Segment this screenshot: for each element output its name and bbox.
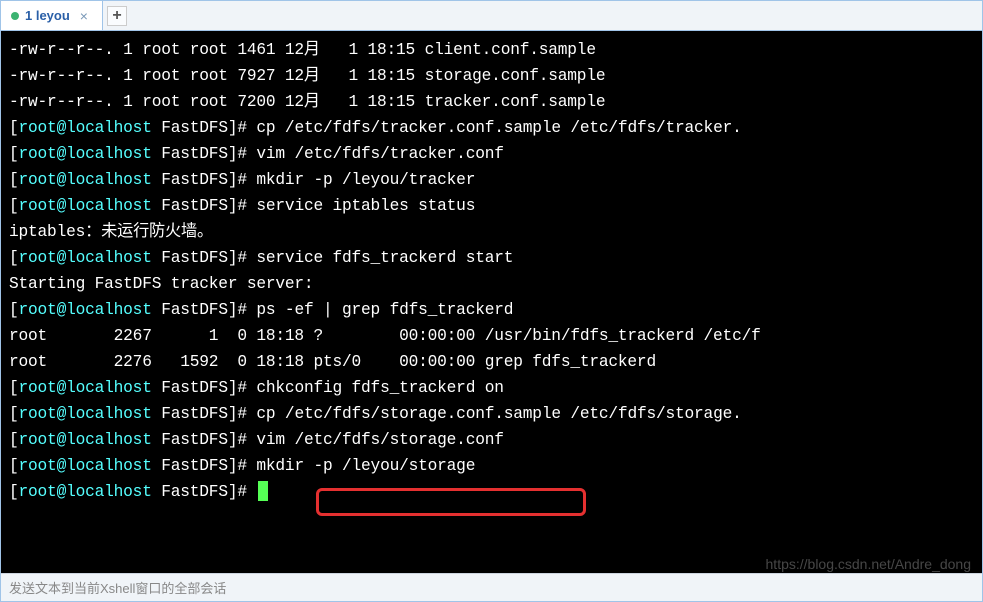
prompt-user-host: root@localhost bbox=[19, 171, 152, 189]
output-line: root 2276 1592 0 18:18 pts/0 00:00:00 gr… bbox=[9, 353, 656, 371]
prompt-dir: FastDFS bbox=[161, 301, 228, 319]
ls-line: -rw-r--r--. 1 root root 7927 12月 1 18:15… bbox=[9, 67, 605, 85]
prompt-user-host: root@localhost bbox=[19, 379, 152, 397]
output-line: iptables：未运行防火墙。 bbox=[9, 223, 213, 241]
prompt-dir: FastDFS bbox=[161, 249, 228, 267]
command: service iptables status bbox=[256, 197, 475, 215]
prompt-dir: FastDFS bbox=[161, 379, 228, 397]
command: cp /etc/fdfs/tracker.conf.sample /etc/fd… bbox=[256, 119, 741, 137]
command: vim /etc/fdfs/tracker.conf bbox=[256, 145, 503, 163]
prompt-dir: FastDFS bbox=[161, 457, 228, 475]
prompt-user-host: root@localhost bbox=[19, 431, 152, 449]
prompt-user-host: root@localhost bbox=[19, 197, 152, 215]
xshell-window: 1 leyou × + -rw-r--r--. 1 root root 1461… bbox=[0, 0, 983, 602]
tab-bar: 1 leyou × + bbox=[1, 1, 982, 31]
command: cp /etc/fdfs/storage.conf.sample /etc/fd… bbox=[256, 405, 741, 423]
command: service fdfs_trackerd start bbox=[256, 249, 513, 267]
prompt-dir: FastDFS bbox=[161, 119, 228, 137]
cursor-icon bbox=[258, 481, 268, 501]
connection-status-icon bbox=[11, 12, 19, 20]
prompt-user-host: root@localhost bbox=[19, 145, 152, 163]
command-highlighted: mkdir -p /leyou/storage bbox=[256, 457, 475, 475]
prompt-dir: FastDFS bbox=[161, 405, 228, 423]
command: vim /etc/fdfs/storage.conf bbox=[256, 431, 503, 449]
ls-line: -rw-r--r--. 1 root root 1461 12月 1 18:15… bbox=[9, 41, 596, 59]
prompt-user-host: root@localhost bbox=[19, 301, 152, 319]
terminal-output[interactable]: -rw-r--r--. 1 root root 1461 12月 1 18:15… bbox=[1, 31, 982, 573]
watermark-text: https://blog.csdn.net/Andre_dong bbox=[766, 556, 971, 572]
prompt-user-host: root@localhost bbox=[19, 119, 152, 137]
prompt-dir: FastDFS bbox=[161, 171, 228, 189]
tab-leyou[interactable]: 1 leyou × bbox=[1, 1, 103, 30]
command: chkconfig fdfs_trackerd on bbox=[256, 379, 503, 397]
broadcast-bar[interactable]: 发送文本到当前Xshell窗口的全部会话 bbox=[1, 573, 982, 601]
prompt-dir: FastDFS bbox=[161, 197, 228, 215]
broadcast-label: 发送文本到当前Xshell窗口的全部会话 bbox=[9, 581, 226, 596]
prompt-dir: FastDFS bbox=[161, 431, 228, 449]
prompt-dir: FastDFS bbox=[161, 145, 228, 163]
close-icon[interactable]: × bbox=[76, 8, 92, 24]
prompt-user-host: root@localhost bbox=[19, 249, 152, 267]
prompt-user-host: root@localhost bbox=[19, 483, 152, 501]
prompt-user-host: root@localhost bbox=[19, 457, 152, 475]
output-line: root 2267 1 0 18:18 ? 00:00:00 /usr/bin/… bbox=[9, 327, 761, 345]
new-tab-button[interactable]: + bbox=[107, 6, 127, 26]
command: mkdir -p /leyou/tracker bbox=[256, 171, 475, 189]
tab-title: 1 leyou bbox=[25, 8, 70, 23]
prompt-dir: FastDFS bbox=[161, 483, 228, 501]
prompt-user-host: root@localhost bbox=[19, 405, 152, 423]
command: ps -ef | grep fdfs_trackerd bbox=[256, 301, 513, 319]
ls-line: -rw-r--r--. 1 root root 7200 12月 1 18:15… bbox=[9, 93, 605, 111]
output-line: Starting FastDFS tracker server: bbox=[9, 275, 313, 293]
